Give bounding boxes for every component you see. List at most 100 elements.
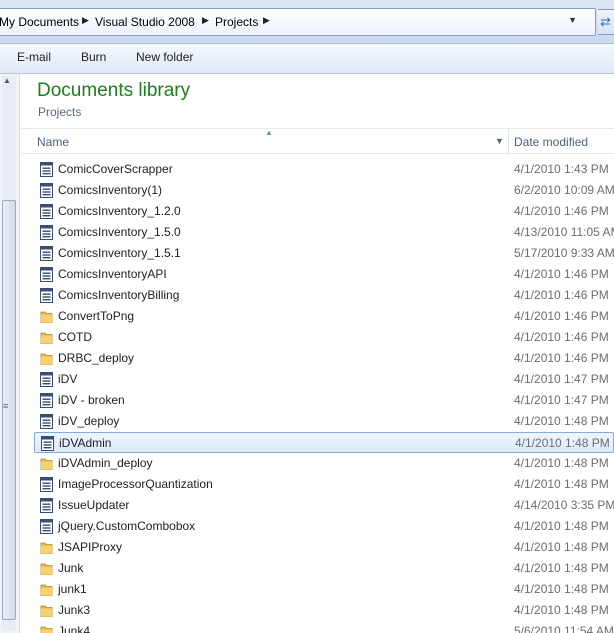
sort-ascending-icon: ▲ <box>265 128 273 137</box>
solution-icon <box>40 498 53 513</box>
burn-button[interactable]: Burn <box>81 50 106 64</box>
scroll-up-icon[interactable]: ▲ <box>3 76 11 85</box>
file-name: iDVAdmin_deploy <box>58 456 153 470</box>
folder-icon <box>40 330 53 345</box>
file-row[interactable]: ConvertToPng 4/1/2010 1:46 PM <box>37 306 614 327</box>
file-row[interactable]: iDVAdmin 4/1/2010 1:48 PM <box>34 432 614 453</box>
file-date-modified: 4/1/2010 1:46 PM <box>514 309 609 323</box>
file-row[interactable]: ComicsInventoryAPI 4/1/2010 1:46 PM <box>37 264 614 285</box>
file-name: ComicsInventory(1) <box>58 183 163 197</box>
chevron-right-icon[interactable]: ▶ <box>202 15 209 26</box>
file-row[interactable]: ComicsInventoryBilling 4/1/2010 1:46 PM <box>37 285 614 306</box>
file-row[interactable]: Junk3 4/1/2010 1:48 PM <box>37 600 614 621</box>
file-row[interactable]: jQuery.CustomCombobox 4/1/2010 1:48 PM <box>37 516 614 537</box>
file-date-modified: 4/1/2010 1:48 PM <box>514 477 609 491</box>
file-name: Junk4 <box>58 624 91 633</box>
file-row[interactable]: JSAPIProxy 4/1/2010 1:48 PM <box>37 537 614 558</box>
file-date-modified: 4/1/2010 1:48 PM <box>514 456 609 470</box>
file-date-modified: 4/1/2010 1:48 PM <box>514 519 609 533</box>
email-button[interactable]: E-mail <box>17 50 51 64</box>
file-name: ComicCoverScrapper <box>58 162 173 176</box>
folder-icon <box>40 582 53 597</box>
file-date-modified: 4/1/2010 1:48 PM <box>515 436 610 450</box>
file-name: ComicsInventoryAPI <box>58 267 167 281</box>
file-date-modified: 4/1/2010 1:48 PM <box>514 540 609 554</box>
file-date-modified: 6/2/2010 10:09 AM <box>514 183 614 197</box>
solution-icon <box>40 246 53 261</box>
breadcrumb[interactable]: My Documents ▶ Visual Studio 2008 ▶ Proj… <box>0 8 596 36</box>
solution-icon <box>40 162 53 177</box>
chevron-right-icon[interactable]: ▶ <box>263 15 270 26</box>
column-name-header[interactable]: Name <box>37 135 69 149</box>
breadcrumb-my-documents[interactable]: My Documents <box>0 15 79 29</box>
folder-icon <box>40 540 53 555</box>
chevron-right-icon[interactable]: ▶ <box>82 15 89 26</box>
file-name: jQuery.CustomCombobox <box>58 519 196 533</box>
file-row[interactable]: ComicsInventory_1.2.0 4/1/2010 1:46 PM <box>37 201 614 222</box>
file-row[interactable]: ComicsInventory_1.5.0 4/13/2010 11:05 AM <box>37 222 614 243</box>
file-row[interactable]: ImageProcessorQuantization 4/1/2010 1:48 … <box>37 474 614 495</box>
file-name: Junk3 <box>58 603 91 617</box>
file-date-modified: 4/1/2010 1:48 PM <box>514 603 609 617</box>
breadcrumb-projects[interactable]: Projects <box>215 15 258 29</box>
file-date-modified: 4/1/2010 1:48 PM <box>514 414 609 428</box>
column-divider[interactable] <box>508 129 509 155</box>
file-name: ComicsInventory_1.5.1 <box>58 246 181 260</box>
file-name: ComicsInventoryBilling <box>58 288 180 302</box>
file-date-modified: 4/1/2010 1:46 PM <box>514 351 609 365</box>
file-name: COTD <box>58 330 92 344</box>
page-title: Documents library <box>37 80 191 101</box>
navigation-pane-scrollbar[interactable]: ▲ ≡ <box>0 74 20 633</box>
solution-icon <box>40 204 53 219</box>
file-row[interactable]: ComicsInventory_1.5.1 5/17/2010 9:33 AM <box>37 243 614 264</box>
file-row[interactable]: Junk 4/1/2010 1:48 PM <box>37 558 614 579</box>
file-name: iDV <box>58 372 78 386</box>
folder-icon <box>40 624 53 633</box>
solution-icon <box>40 414 53 429</box>
solution-icon <box>40 288 53 303</box>
chevron-down-icon[interactable]: ▼ <box>568 15 577 25</box>
solution-icon <box>41 436 54 451</box>
file-name: junk1 <box>58 582 87 596</box>
solution-icon <box>40 393 53 408</box>
file-name: ConvertToPng <box>58 309 135 323</box>
column-date-header[interactable]: Date modified <box>514 135 588 149</box>
column-header: Name ▲ ▼ Date modified <box>21 128 614 155</box>
solution-icon <box>40 477 53 492</box>
file-date-modified: 4/1/2010 1:48 PM <box>514 582 609 596</box>
file-row[interactable]: IssueUpdater 4/14/2010 3:35 PM <box>37 495 614 516</box>
file-name: iDVAdmin <box>59 436 112 450</box>
file-date-modified: 4/13/2010 11:05 AM <box>514 225 614 239</box>
file-row[interactable]: ComicsInventory(1) 6/2/2010 10:09 AM <box>37 180 614 201</box>
file-row[interactable]: iDV_deploy 4/1/2010 1:48 PM <box>37 411 614 432</box>
refresh-button[interactable]: ⇄ <box>598 9 614 35</box>
solution-icon <box>40 183 53 198</box>
solution-icon <box>40 267 53 282</box>
grip-icon: ≡ <box>3 401 9 411</box>
file-row[interactable]: Junk4 5/6/2010 11:54 AM <box>37 621 614 633</box>
file-row[interactable]: ComicCoverScrapper 4/1/2010 1:43 PM <box>37 159 614 180</box>
file-name: ImageProcessorQuantization <box>58 477 213 491</box>
file-row[interactable]: iDVAdmin_deploy 4/1/2010 1:48 PM <box>37 453 614 474</box>
column-filter-dropdown-icon[interactable]: ▼ <box>495 136 504 146</box>
file-name: ComicsInventory_1.2.0 <box>58 204 181 218</box>
file-name: ComicsInventory_1.5.0 <box>58 225 181 239</box>
solution-icon <box>40 225 53 240</box>
file-row[interactable]: DRBC_deploy 4/1/2010 1:46 PM <box>37 348 614 369</box>
file-name: JSAPIProxy <box>58 540 123 554</box>
file-row[interactable]: junk1 4/1/2010 1:48 PM <box>37 579 614 600</box>
file-row[interactable]: COTD 4/1/2010 1:46 PM <box>37 327 614 348</box>
file-name: iDV_deploy <box>58 414 120 428</box>
command-toolbar: E-mail Burn New folder <box>0 44 614 74</box>
folder-icon <box>40 561 53 576</box>
file-name: IssueUpdater <box>58 498 130 512</box>
folder-icon <box>40 603 53 618</box>
breadcrumb-visual-studio-2008[interactable]: Visual Studio 2008 <box>95 15 195 29</box>
file-row[interactable]: iDV 4/1/2010 1:47 PM <box>37 369 614 390</box>
refresh-icon: ⇄ <box>600 14 611 29</box>
address-bar: My Documents ▶ Visual Studio 2008 ▶ Proj… <box>0 0 614 44</box>
library-header: Documents library Projects <box>21 75 614 128</box>
file-row[interactable]: iDV - broken 4/1/2010 1:47 PM <box>37 390 614 411</box>
new-folder-button[interactable]: New folder <box>136 50 193 64</box>
file-date-modified: 4/1/2010 1:46 PM <box>514 330 609 344</box>
